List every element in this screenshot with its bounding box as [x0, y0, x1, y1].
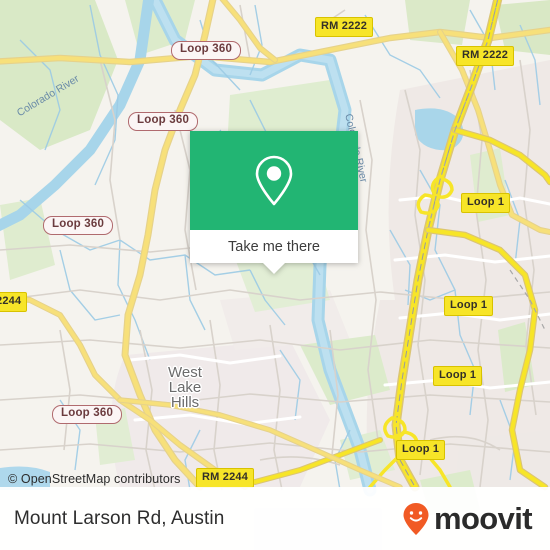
road-shield-loop360-d: Loop 360: [52, 405, 123, 424]
osm-attribution[interactable]: © OpenStreetMap contributors: [8, 472, 181, 486]
map-screen: RM 2222 RM 2222 Loop 360 Loop 360 Loop 3…: [0, 0, 550, 550]
road-shield-loop1-a: Loop 1: [461, 193, 511, 213]
road-shield-rm2222-north: RM 2222: [315, 17, 374, 37]
road-shield-loop360-a: Loop 360: [171, 41, 242, 60]
road-shield-loop1-d: Loop 1: [396, 440, 446, 460]
moovit-logo: moovit: [402, 501, 533, 536]
road-shield-2244-west: 2244: [0, 292, 28, 312]
location-popup-card[interactable]: Take me there: [190, 131, 358, 274]
moovit-pin-icon: [403, 502, 429, 535]
map-tiles: [0, 0, 550, 550]
map-canvas[interactable]: [0, 0, 550, 550]
map-pin-icon: [255, 155, 293, 205]
popup-cta-row[interactable]: Take me there: [190, 230, 358, 263]
take-me-there-label: Take me there: [228, 238, 320, 255]
road-shield-loop360-c: Loop 360: [43, 216, 114, 235]
address-label: Mount Larson Rd, Austin: [14, 507, 225, 529]
place-label-west-lake-hills: West Lake Hills: [168, 364, 202, 411]
road-shield-rm2244-south: RM 2244: [196, 468, 255, 488]
road-shield-loop1-c: Loop 1: [433, 366, 483, 386]
road-shield-loop1-b: Loop 1: [444, 296, 494, 316]
road-shield-rm2222-east: RM 2222: [456, 46, 515, 66]
popup-tail: [263, 263, 285, 274]
road-shield-loop360-b: Loop 360: [128, 112, 199, 131]
bottom-info-bar: Mount Larson Rd, Austin moovit: [0, 487, 550, 550]
popup-image-placeholder: [190, 131, 358, 230]
moovit-wordmark: moovit: [433, 501, 533, 536]
